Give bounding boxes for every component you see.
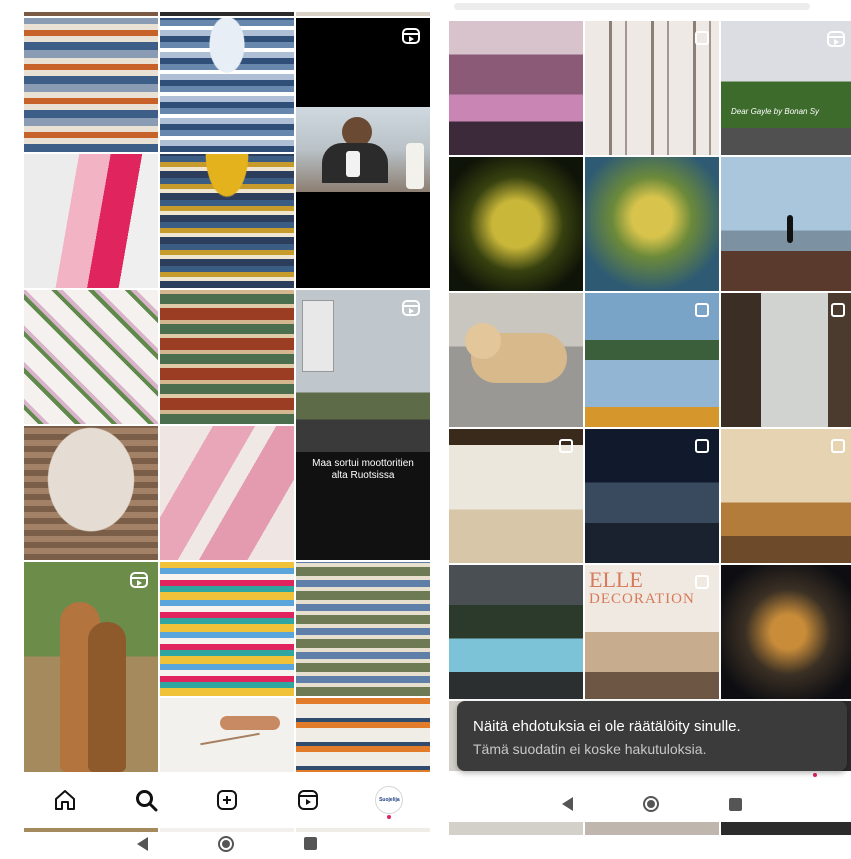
search-icon [135,790,158,812]
grid-post-modern-interior[interactable] [721,293,851,427]
grid-post-sweater-blue-white[interactable] [160,18,294,152]
grid-post-brown-sweater[interactable] [160,290,294,424]
grid-post-night-lights[interactable] [721,565,851,699]
magazine-title: DECORATION [589,591,695,607]
multi-post-icon [559,439,573,453]
grid-post-night-mountain[interactable] [585,429,719,563]
nav-profile[interactable]: Suojelija [369,780,409,820]
reel-icon [827,31,845,47]
previous-row-strip [24,12,430,16]
reel-overlay-text: Maa sortui moottoritien alta Ruotsissa [312,458,414,481]
multi-post-icon [695,31,709,45]
system-nav-bar [449,786,851,822]
reel-icon [130,572,148,588]
home-circle-icon[interactable] [218,835,234,852]
explore-screen-left: Maa sortui moottoritien alta Ruotsissa S… [24,0,430,859]
grid-post-elle-decoration-cover[interactable]: ELLE DECORATION [585,565,719,699]
nav-home[interactable] [45,780,85,820]
grid-post-sweater-yellow-yoke[interactable] [160,154,294,288]
cup [346,151,360,177]
search-bar-edge [454,3,810,10]
grid-post-golden-tree-night[interactable] [449,157,583,291]
sign-post [302,300,334,372]
hand [220,716,280,730]
grid-post-green-fairisle-sweater[interactable] [24,290,158,424]
video-frame [296,107,430,192]
explore-screen-right: Dear Gayle by Bonan Sy ELLE DECORATION N… [449,0,851,859]
home-circle-icon[interactable] [643,796,659,812]
grid-post-waterfall-canyon[interactable] [449,565,583,699]
grid-post-pink-knee-socks[interactable] [160,426,294,560]
create-icon [216,790,237,810]
grid-post-pink-socks[interactable] [24,154,158,288]
back-icon[interactable] [562,797,573,811]
grid-post-white-sweater-hanger[interactable] [24,426,158,560]
grid-post-japanese-room[interactable] [449,429,583,563]
avatar-label: Suojelija [379,797,400,803]
suggestions-toast: Näitä ehdotuksia ei ole räätälöity sinul… [457,701,847,771]
reel-icon [402,300,420,316]
nav-search[interactable] [126,780,166,820]
kangaroo-2 [88,622,126,772]
grid-reel-video-person[interactable] [296,18,430,288]
profile-avatar: Suojelija [375,786,404,814]
bottom-nav-bar: Suojelija [24,772,430,828]
vase [406,143,424,189]
nav-create[interactable] [207,780,247,820]
hanger [200,732,260,746]
grid-post-misty-forest[interactable] [585,21,719,155]
toast-subtitle: Tämä suodatin ei koske hakutuloksia. [473,741,707,757]
multi-post-icon [695,303,709,317]
home-icon [54,790,75,810]
grid-post-colorful-yarn-hat[interactable] [160,562,294,696]
notification-dot [387,815,392,819]
explore-grid: Maa sortui moottoritien alta Ruotsissa [24,18,430,832]
grid-post-sweater-blue-fairisle[interactable] [24,18,158,152]
magazine-brand: ELLE [589,567,643,592]
reels-icon [298,790,319,810]
grid-post-palm-road[interactable]: Dear Gayle by Bonan Sy [721,21,851,155]
multi-post-icon [831,439,845,453]
dog-head [465,323,501,359]
grid-reel-landslide-news[interactable]: Maa sortui moottoritien alta Ruotsissa [296,290,430,560]
reel-icon [402,28,420,44]
system-nav-bar [24,828,430,859]
recents-icon[interactable] [729,797,742,811]
person-silhouette [787,215,793,243]
notification-dot [813,773,817,777]
toast-title: Näitä ehdotuksia ei ole räätälöity sinul… [473,718,741,735]
nav-reels[interactable] [288,780,328,820]
grid-post-sweater-olive-fairisle[interactable] [296,562,430,696]
grid-post-palm-hotel-lobby[interactable] [721,429,851,563]
grid-post-lake-reflection[interactable] [585,293,719,427]
recents-icon[interactable] [304,837,317,850]
grid-post-pink-mountains[interactable] [449,21,583,155]
multi-post-icon [695,575,709,589]
tile-caption: Dear Gayle by Bonan Sy [731,107,820,116]
grid-post-person-cliff[interactable] [721,157,851,291]
grid-post-tree-canopy[interactable] [585,157,719,291]
back-icon[interactable] [137,836,148,851]
bottom-nav-bar [449,771,851,786]
grid-post-pug-dog[interactable] [449,293,583,427]
multi-post-icon [831,303,845,317]
multi-post-icon [695,439,709,453]
